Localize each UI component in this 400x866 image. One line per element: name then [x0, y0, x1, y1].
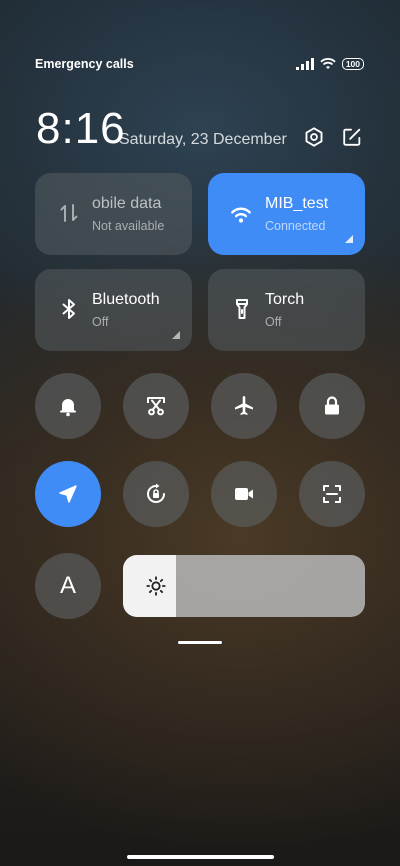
date-label[interactable]: Saturday, 23 December: [119, 131, 287, 149]
toggle-screen-recorder[interactable]: [211, 461, 277, 527]
tile-wifi-label: MIB_test: [265, 195, 329, 212]
wifi-icon: [231, 207, 251, 223]
reading-mode-label: A: [59, 572, 76, 599]
toggle-lock-screen[interactable]: [299, 373, 365, 439]
toggle-reading-mode[interactable]: A: [35, 553, 101, 619]
settings-icon[interactable]: [303, 126, 325, 148]
home-indicator[interactable]: [127, 855, 274, 859]
toggle-airplane-mode[interactable]: [211, 373, 277, 439]
tile-wifi-expand-indicator[interactable]: [345, 235, 353, 243]
auto-rotate-icon: [147, 483, 165, 503]
emergency-calls-text: Emergency calls o: [35, 57, 135, 71]
tile-wifi[interactable]: MIB_test Connected: [208, 173, 365, 255]
signal-icon: [295, 58, 314, 70]
tile-bluetooth-expand-indicator[interactable]: [172, 331, 180, 339]
airplane-icon: [235, 396, 253, 415]
tile-wifi-status: Connected: [265, 219, 326, 233]
location-icon: [59, 485, 77, 503]
video-camera-icon: [235, 488, 253, 500]
screenshot-scissors-icon: [147, 397, 165, 416]
mobile-data-icon: [60, 204, 78, 222]
tile-mobile-data[interactable]: obile data Not available: [35, 173, 192, 255]
tile-torch[interactable]: Torch Off: [208, 269, 365, 351]
tile-bluetooth-label: Bluetooth: [92, 291, 160, 308]
sun-icon: [146, 576, 166, 596]
scan-icon: [323, 485, 341, 503]
tile-mobile-data-status: Not available: [92, 219, 165, 233]
bell-icon: [60, 399, 76, 417]
tile-mobile-data-label: obile data: [92, 195, 162, 212]
tile-bluetooth-status: Off: [92, 315, 109, 329]
status-bar: Emergency calls o 100: [35, 55, 364, 73]
torch-icon: [236, 299, 248, 319]
panel-drag-handle[interactable]: [178, 641, 222, 644]
toggle-auto-rotate[interactable]: [123, 461, 189, 527]
toggle-screenshot[interactable]: [123, 373, 189, 439]
tile-torch-status: Off: [265, 315, 282, 329]
toggle-location[interactable]: [35, 461, 101, 527]
wifi-status-icon: [320, 58, 336, 69]
lock-icon: [325, 396, 339, 415]
bluetooth-icon: [62, 299, 75, 319]
brightness-slider[interactable]: [123, 555, 365, 617]
battery-indicator: 100: [341, 58, 364, 70]
toggle-scanner[interactable]: [299, 461, 365, 527]
tile-torch-label: Torch: [265, 291, 305, 308]
tile-bluetooth[interactable]: Bluetooth Off: [35, 269, 192, 351]
toggle-silent[interactable]: [35, 373, 101, 439]
edit-icon[interactable]: [341, 126, 363, 148]
clock-time[interactable]: 8:16: [36, 104, 126, 154]
